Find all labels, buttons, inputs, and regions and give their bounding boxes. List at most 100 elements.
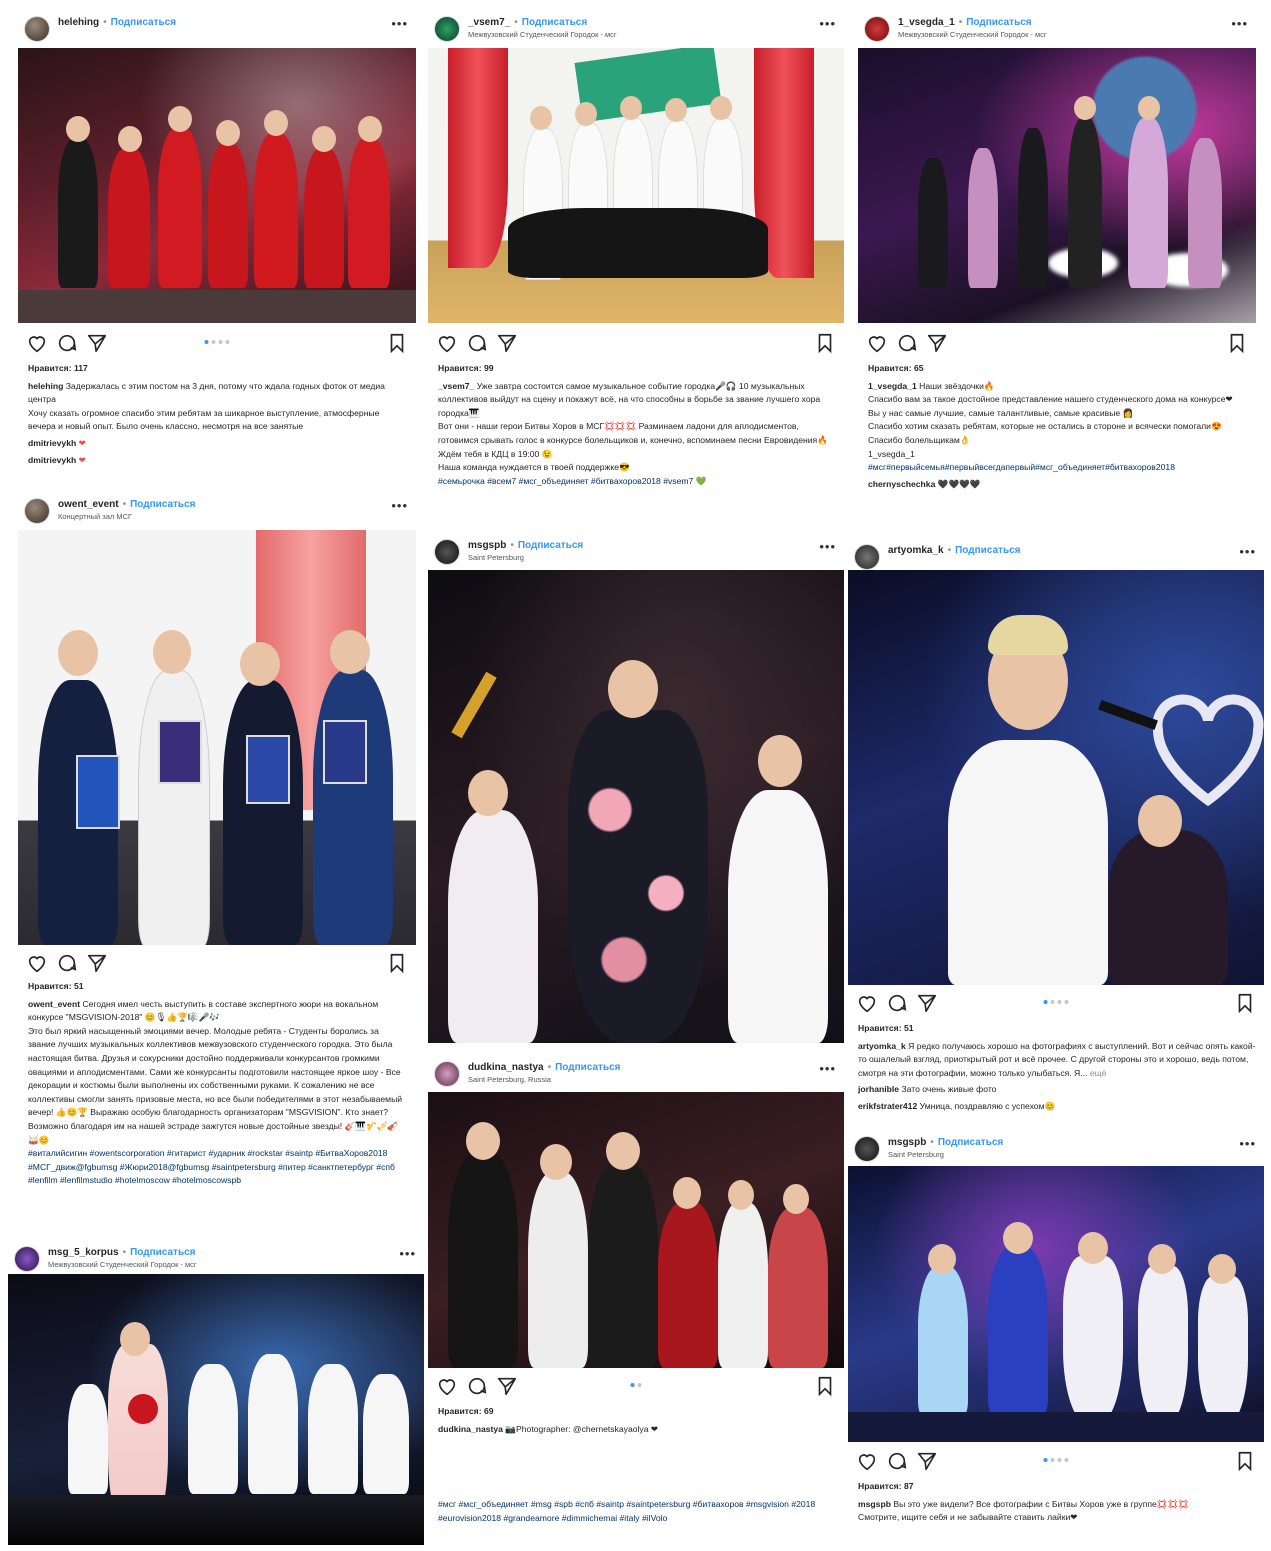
- comment-username[interactable]: chernyschechka: [868, 479, 935, 489]
- post-username[interactable]: msg_5_korpus: [48, 1247, 119, 1258]
- bookmark-icon[interactable]: [814, 332, 836, 354]
- avatar[interactable]: [864, 16, 890, 42]
- likes-count[interactable]: 99: [484, 363, 494, 373]
- caption-username[interactable]: msgspb: [858, 1499, 891, 1509]
- comment-username[interactable]: dmitrievykh: [28, 438, 76, 448]
- like-heart-icon[interactable]: [856, 1450, 878, 1472]
- caption-username[interactable]: owent_event: [28, 999, 80, 1009]
- post-location[interactable]: Межвузовский Студенческий Городок - мсг: [898, 30, 1047, 39]
- like-heart-icon[interactable]: [866, 332, 888, 354]
- like-heart-icon[interactable]: [436, 1375, 458, 1397]
- more-options-icon[interactable]: •••: [391, 498, 408, 513]
- more-options-icon[interactable]: •••: [399, 1246, 416, 1261]
- likes-count[interactable]: 51: [904, 1023, 914, 1033]
- post-username[interactable]: 1_vsegda_1: [898, 17, 955, 28]
- post-username[interactable]: msgspb: [888, 1137, 926, 1148]
- post-username[interactable]: msgspb: [468, 540, 506, 551]
- post-username[interactable]: dudkina_nastya: [468, 1062, 544, 1073]
- post-photo[interactable]: [18, 530, 416, 945]
- avatar[interactable]: [14, 1246, 40, 1272]
- post-location[interactable]: Межвузовский Студенческий Городок - мсг: [468, 30, 617, 39]
- post-photo[interactable]: [428, 570, 844, 1043]
- post-photo[interactable]: [858, 48, 1256, 323]
- caption-username[interactable]: artyomka_k: [858, 1041, 906, 1051]
- more-options-icon[interactable]: •••: [1231, 16, 1248, 31]
- comment-icon[interactable]: [896, 332, 918, 354]
- avatar[interactable]: [24, 16, 50, 42]
- comment-icon[interactable]: [56, 332, 78, 354]
- follow-button[interactable]: Подписаться: [938, 1137, 1003, 1148]
- bookmark-icon[interactable]: [386, 332, 408, 354]
- hashtags[interactable]: #мсг #мсг_объединяет #msg #spb #спб #sai…: [438, 1498, 836, 1525]
- avatar[interactable]: [854, 544, 880, 570]
- hashtags[interactable]: #мсг#первыйсемья#первыйвсегдапервый#мсг_…: [868, 461, 1248, 475]
- comment-icon[interactable]: [56, 952, 78, 974]
- post-photo[interactable]: [848, 1166, 1264, 1442]
- caption-username[interactable]: _vsem7_: [438, 381, 474, 391]
- follow-button[interactable]: Подписаться: [111, 17, 176, 28]
- avatar[interactable]: [434, 539, 460, 565]
- follow-button[interactable]: Подписаться: [555, 1062, 620, 1073]
- bookmark-icon[interactable]: [1226, 332, 1248, 354]
- caption-username[interactable]: helehing: [28, 381, 63, 391]
- avatar[interactable]: [24, 498, 50, 524]
- comment-icon[interactable]: [466, 1375, 488, 1397]
- bookmark-icon[interactable]: [386, 952, 408, 974]
- hashtags[interactable]: #семьрочка #всем7 #мсг_объединяет #битва…: [438, 475, 834, 489]
- comment-username[interactable]: jorhanible: [858, 1084, 899, 1094]
- follow-button[interactable]: Подписаться: [518, 540, 583, 551]
- comment-username[interactable]: erikfstrater412: [858, 1101, 917, 1111]
- show-more-link[interactable]: ещё: [1090, 1068, 1107, 1078]
- share-icon[interactable]: [496, 332, 518, 354]
- post-username[interactable]: owent_event: [58, 499, 119, 510]
- likes-count[interactable]: 65: [914, 363, 924, 373]
- caption-username[interactable]: dudkina_nastya: [438, 1424, 503, 1434]
- more-options-icon[interactable]: •••: [819, 16, 836, 31]
- comment-username[interactable]: dmitrievykh: [28, 455, 76, 465]
- follow-button[interactable]: Подписаться: [130, 1247, 195, 1258]
- share-icon[interactable]: [926, 332, 948, 354]
- share-icon[interactable]: [86, 952, 108, 974]
- avatar[interactable]: [434, 1061, 460, 1087]
- comment-icon[interactable]: [466, 332, 488, 354]
- post-photo[interactable]: [18, 48, 416, 323]
- post-username[interactable]: artyomka_k: [888, 545, 944, 556]
- post-photo[interactable]: [848, 570, 1264, 985]
- like-heart-icon[interactable]: [436, 332, 458, 354]
- share-icon[interactable]: [86, 332, 108, 354]
- likes-count[interactable]: 69: [484, 1406, 494, 1416]
- post-location[interactable]: Saint Petersburg, Russia: [468, 1075, 551, 1084]
- avatar[interactable]: [434, 16, 460, 42]
- likes-count[interactable]: 51: [74, 981, 84, 991]
- share-icon[interactable]: [916, 1450, 938, 1472]
- like-heart-icon[interactable]: [856, 992, 878, 1014]
- post-photo[interactable]: [428, 1092, 844, 1368]
- follow-button[interactable]: Подписаться: [130, 499, 195, 510]
- bookmark-icon[interactable]: [814, 1375, 836, 1397]
- post-location[interactable]: Saint Petersburg: [888, 1150, 944, 1159]
- post-photo[interactable]: [428, 48, 844, 323]
- follow-button[interactable]: Подписаться: [966, 17, 1031, 28]
- like-heart-icon[interactable]: [26, 332, 48, 354]
- more-options-icon[interactable]: •••: [391, 16, 408, 31]
- post-location[interactable]: Концертный зал МСГ: [58, 512, 132, 521]
- bookmark-icon[interactable]: [1234, 992, 1256, 1014]
- post-username[interactable]: _vsem7_: [468, 17, 510, 28]
- post-location[interactable]: Saint Petersburg: [468, 553, 524, 562]
- post-username[interactable]: helehing: [58, 17, 99, 28]
- follow-button[interactable]: Подписаться: [955, 545, 1020, 556]
- follow-button[interactable]: Подписаться: [522, 17, 587, 28]
- more-options-icon[interactable]: •••: [1239, 1136, 1256, 1151]
- share-icon[interactable]: [916, 992, 938, 1014]
- likes-count[interactable]: 87: [904, 1481, 914, 1491]
- avatar[interactable]: [854, 1136, 880, 1162]
- share-icon[interactable]: [496, 1375, 518, 1397]
- hashtags[interactable]: #виталийсигин #owentscorporation #гитари…: [28, 1147, 408, 1188]
- caption-username[interactable]: 1_vsegda_1: [868, 381, 917, 391]
- more-options-icon[interactable]: •••: [1239, 544, 1256, 559]
- more-options-icon[interactable]: •••: [819, 539, 836, 554]
- post-location[interactable]: Межвузовский Студенческий Городок - мсг: [48, 1260, 197, 1269]
- bookmark-icon[interactable]: [1234, 1450, 1256, 1472]
- likes-count[interactable]: 117: [74, 363, 88, 373]
- comment-icon[interactable]: [886, 1450, 908, 1472]
